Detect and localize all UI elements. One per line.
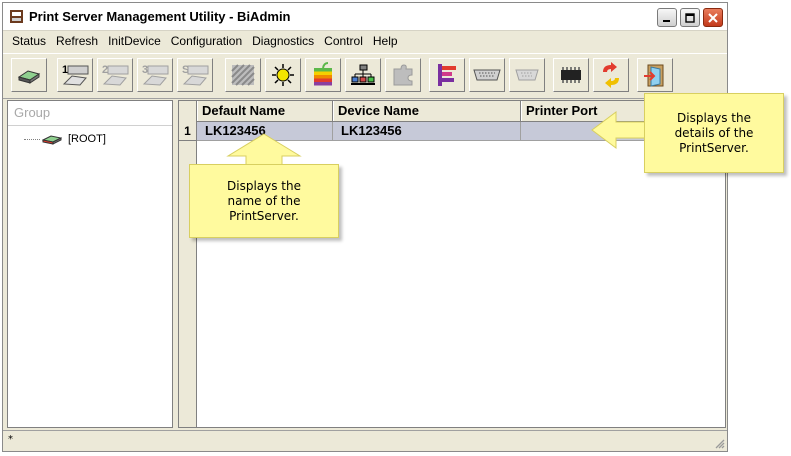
puzzle-icon xyxy=(393,64,413,86)
callout-name: Displays the name of the PrintServer. xyxy=(189,164,339,238)
toolbar-button-refresh-arrows[interactable] xyxy=(593,58,629,92)
toolbar-button-puzzle[interactable] xyxy=(385,58,421,92)
port-3-icon: 3 xyxy=(142,64,169,86)
menu-control[interactable]: Control xyxy=(319,31,368,51)
app-window: Print Server Management Utility - BiAdmi… xyxy=(2,2,728,452)
menu-configuration[interactable]: Configuration xyxy=(166,31,247,51)
toolbar-button-network-tree[interactable] xyxy=(345,58,381,92)
refresh-arrows-icon xyxy=(603,62,619,88)
port-s-icon: S xyxy=(182,64,209,86)
toolbar-button-serial-port[interactable] xyxy=(509,58,545,92)
flag-icon xyxy=(438,64,456,86)
parallel-port-icon xyxy=(473,69,501,81)
serial-port-icon xyxy=(515,69,539,81)
tree-connector xyxy=(24,138,40,140)
callout-name-text: Displays the name of the PrintServer. xyxy=(227,178,301,223)
status-bar: * xyxy=(3,430,727,451)
toolbar-button-hatched[interactable] xyxy=(225,58,261,92)
minimize-icon xyxy=(663,19,670,22)
app-printer-icon xyxy=(10,10,23,23)
column-header-device-name[interactable]: Device Name xyxy=(333,101,521,121)
toolbar-button-exit-door[interactable] xyxy=(637,58,673,92)
sun-bug-icon xyxy=(272,64,294,86)
callout-name-arrow xyxy=(226,133,302,169)
exit-door-icon xyxy=(644,64,664,87)
port-2-icon: 2 xyxy=(102,64,129,86)
status-text: * xyxy=(8,434,13,445)
group-header: Group xyxy=(8,101,172,126)
minimize-button[interactable] xyxy=(657,8,677,27)
callout-details: Displays the details of the PrintServer. xyxy=(644,93,784,173)
hatched-icon xyxy=(231,64,255,86)
title-bar[interactable]: Print Server Management Utility - BiAdmi… xyxy=(3,3,727,31)
apple-icon xyxy=(314,62,332,86)
svg-text:1: 1 xyxy=(62,64,68,76)
cell-device-name[interactable]: LK123456 xyxy=(333,122,521,140)
svg-text:3: 3 xyxy=(142,64,148,76)
callout-details-text: Displays the details of the PrintServer. xyxy=(674,110,754,155)
toolbar-button-parallel-port[interactable] xyxy=(469,58,505,92)
grid-corner xyxy=(179,101,197,121)
toolbar-button-port-3[interactable]: 3 xyxy=(137,58,173,92)
toolbar-button-port-2[interactable]: 2 xyxy=(97,58,133,92)
print-server-icon xyxy=(42,135,62,145)
toolbar-button-sun-bug[interactable] xyxy=(265,58,301,92)
group-tree-panel[interactable]: Group [ROOT] xyxy=(7,100,173,428)
tree-root-label: [ROOT] xyxy=(68,133,106,145)
column-header-default-name[interactable]: Default Name xyxy=(197,101,333,121)
menu-help[interactable]: Help xyxy=(368,31,403,51)
tree-root-node[interactable]: [ROOT] xyxy=(24,132,106,146)
toolbar-button-port-1[interactable]: 1 xyxy=(57,58,93,92)
menu-initdevice[interactable]: InitDevice xyxy=(103,31,166,51)
toolbar-button-chip[interactable] xyxy=(553,58,589,92)
toolbar-button-apple[interactable] xyxy=(305,58,341,92)
close-icon xyxy=(708,12,718,23)
resize-grip-icon[interactable] xyxy=(713,437,725,449)
window-title: Print Server Management Utility - BiAdmi… xyxy=(29,9,291,24)
maximize-button[interactable] xyxy=(680,8,700,27)
callout-details-arrow xyxy=(591,111,649,149)
port-1-icon: 1 xyxy=(62,64,89,86)
toolbar-button-flag[interactable] xyxy=(429,58,465,92)
printer-device-icon xyxy=(17,70,41,84)
network-tree-icon xyxy=(351,64,375,85)
row-number[interactable]: 1 xyxy=(179,121,196,141)
toolbar: 1 2 3 S xyxy=(3,53,727,99)
toolbar-button-port-s[interactable]: S xyxy=(177,58,213,92)
svg-text:2: 2 xyxy=(102,64,108,76)
menu-refresh[interactable]: Refresh xyxy=(51,31,103,51)
toolbar-button-printer-device[interactable] xyxy=(11,58,47,92)
menu-bar: Status Refresh InitDevice Configuration … xyxy=(3,31,727,51)
maximize-icon xyxy=(685,12,695,23)
close-button[interactable] xyxy=(703,8,723,27)
menu-status[interactable]: Status xyxy=(7,31,51,51)
chip-icon xyxy=(561,67,581,83)
menu-diagnostics[interactable]: Diagnostics xyxy=(247,31,319,51)
